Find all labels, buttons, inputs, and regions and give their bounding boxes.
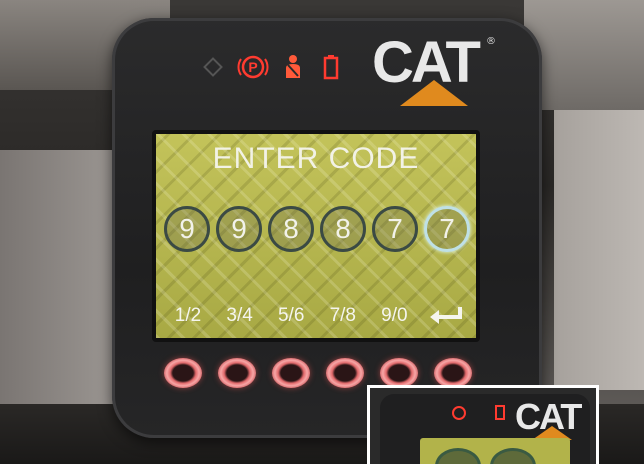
indicator-lights: P <box>200 48 380 88</box>
code-digit: 9 <box>216 206 262 252</box>
softkey-button-3-4[interactable] <box>218 358 256 388</box>
screen-title: ENTER CODE <box>212 142 420 175</box>
background-right-panel <box>554 110 644 390</box>
softkey-label-9-0: 9/0 <box>381 305 408 326</box>
softkey-button-5-6[interactable] <box>272 358 310 388</box>
diamond-warning-icon <box>200 54 226 80</box>
inset-battery-icon <box>495 404 505 424</box>
softkey-label-3-4: 3/4 <box>226 305 253 326</box>
code-digit: 7 <box>372 206 418 252</box>
enter-button[interactable] <box>434 358 472 388</box>
seatbelt-icon <box>280 54 306 80</box>
enter-return-icon <box>422 303 470 329</box>
cat-logo: CAT ® <box>372 32 496 106</box>
background-left-panel <box>0 150 115 410</box>
display-screen: ENTER CODE 9 9 8 8 7 7 1/2 3/4 5/6 7/8 9… <box>156 134 476 338</box>
code-digit: 8 <box>320 206 366 252</box>
keypad-display-device: P CAT ® ENTER CODE 9 9 8 8 7 7 1/2 3/4 5… <box>112 18 542 438</box>
code-digits: 9 9 8 8 7 7 <box>164 206 470 256</box>
code-digit: 9 <box>164 206 210 252</box>
softkey-labels: 1/2 3/4 5/6 7/8 9/0 <box>164 302 470 330</box>
softkey-button-9-0[interactable] <box>380 358 418 388</box>
cat-logo-triangle <box>400 80 468 106</box>
battery-icon <box>318 54 344 80</box>
softkey-button-1-2[interactable] <box>164 358 202 388</box>
softkey-button-7-8[interactable] <box>326 358 364 388</box>
registered-mark: ® <box>486 36 496 47</box>
softkey-label-1-2: 1/2 <box>174 305 202 326</box>
code-digit: 8 <box>268 206 314 252</box>
softkey-label-7-8: 7/8 <box>329 305 356 326</box>
parking-brake-icon: P <box>236 54 270 80</box>
inset-parking-icon <box>450 404 468 426</box>
softkey-label-5-6: 5/6 <box>277 305 305 326</box>
inset-device: CAT <box>380 394 590 464</box>
screen-bezel: ENTER CODE 9 9 8 8 7 7 1/2 3/4 5/6 7/8 9… <box>152 130 480 342</box>
inset-thumbnail: CAT <box>367 385 599 464</box>
background-upper-right <box>524 0 644 110</box>
code-digit-active: 7 <box>424 206 470 252</box>
parking-label: P <box>248 59 257 75</box>
